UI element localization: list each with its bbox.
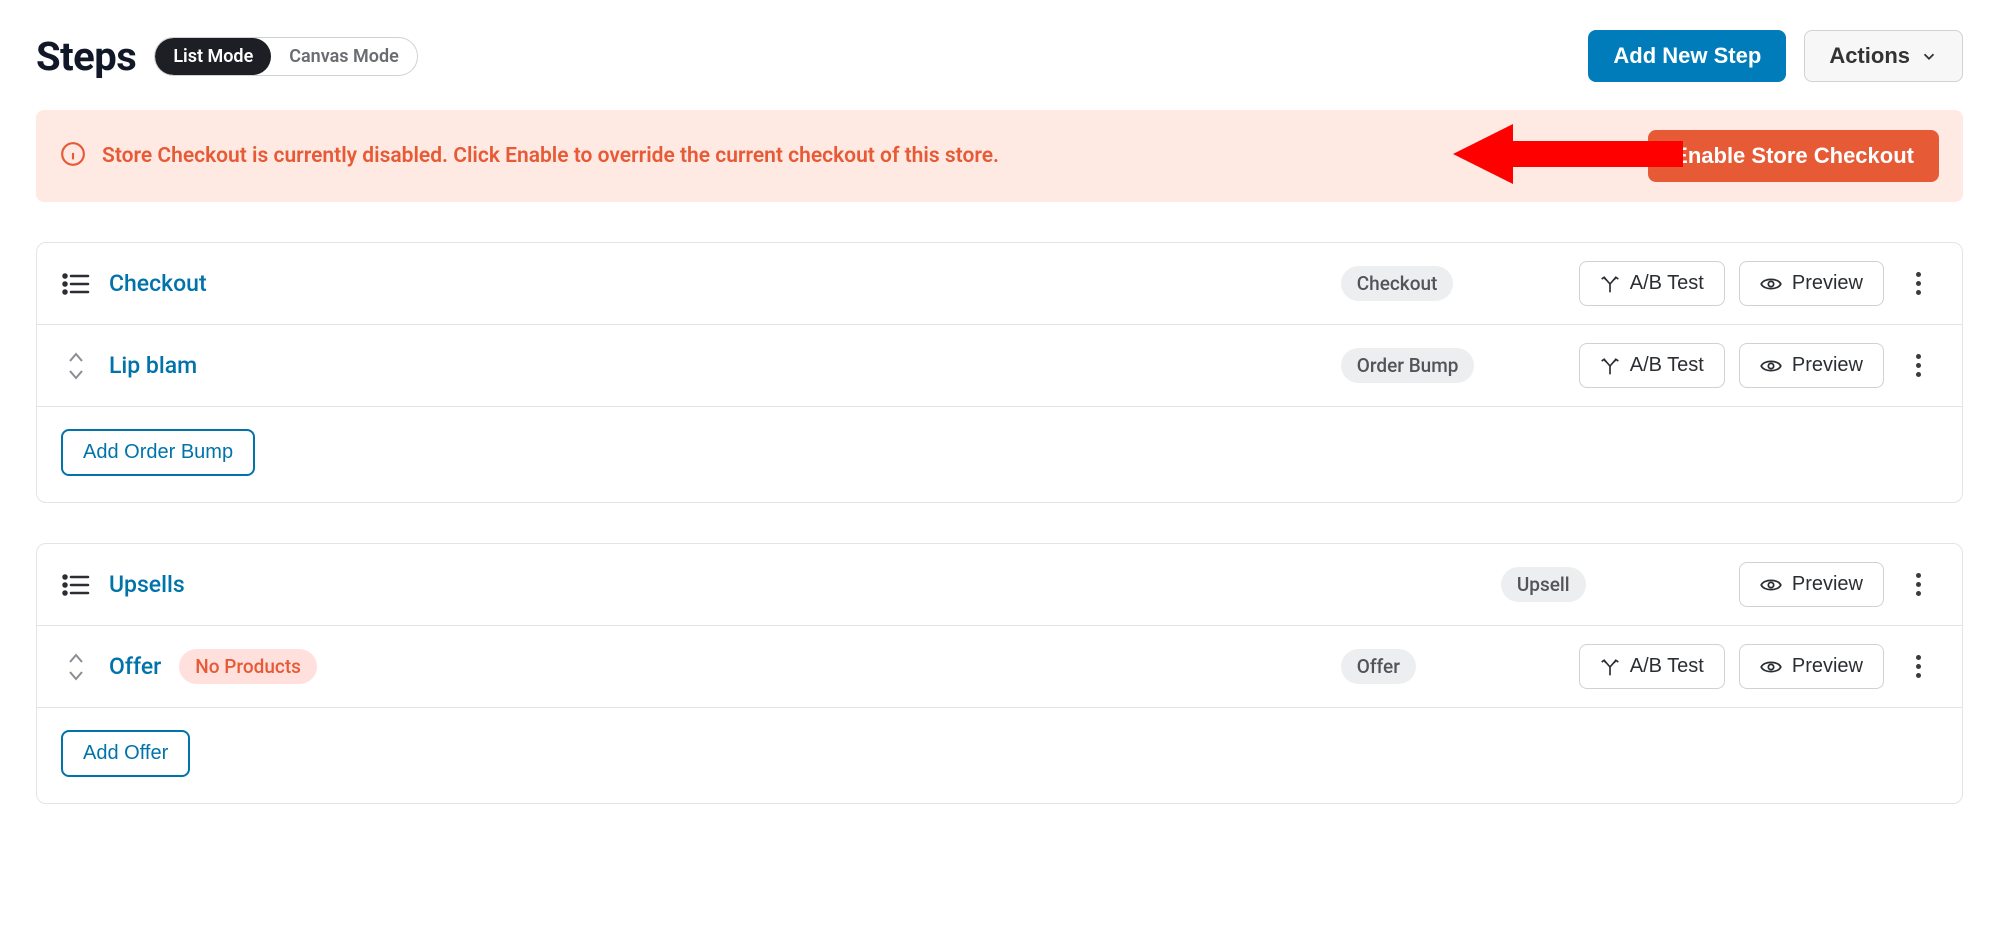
ab-test-button[interactable]: A/B Test <box>1579 343 1725 388</box>
checkout-group-card: Checkout Checkout A/B Test Preview Lip b… <box>36 242 1963 503</box>
add-order-bump-button[interactable]: Add Order Bump <box>61 429 255 476</box>
step-title-link[interactable]: Upsells <box>109 571 185 598</box>
step-type-badge: Order Bump <box>1341 348 1475 383</box>
add-offer-button[interactable]: Add Offer <box>61 730 190 777</box>
preview-button[interactable]: Preview <box>1739 261 1884 306</box>
more-menu-button[interactable] <box>1898 573 1938 596</box>
preview-button[interactable]: Preview <box>1739 644 1884 689</box>
substep-title-link[interactable]: Offer <box>109 653 161 680</box>
more-menu-button[interactable] <box>1898 354 1938 377</box>
arrow-annotation <box>1453 119 1683 193</box>
store-checkout-disabled-banner: Store Checkout is currently disabled. Cl… <box>36 110 1963 202</box>
eye-icon <box>1760 276 1782 292</box>
no-products-badge: No Products <box>179 649 317 684</box>
eye-icon <box>1760 659 1782 675</box>
reorder-handle[interactable] <box>61 652 91 682</box>
canvas-mode-tab[interactable]: Canvas Mode <box>271 38 417 75</box>
substep-row: Lip blam Order Bump A/B Test Preview <box>37 325 1962 407</box>
step-row: Upsells Upsell Preview <box>37 544 1962 626</box>
view-mode-toggle[interactable]: List Mode Canvas Mode <box>154 37 417 76</box>
upsells-group-card: Upsells Upsell Preview Offer No Products… <box>36 543 1963 804</box>
step-type-badge: Checkout <box>1341 266 1454 301</box>
card-footer: Add Order Bump <box>37 407 1962 502</box>
split-icon <box>1600 356 1620 376</box>
banner-message: Store Checkout is currently disabled. Cl… <box>102 144 1632 168</box>
chevron-down-icon <box>1920 47 1938 65</box>
list-icon <box>61 273 91 295</box>
actions-button[interactable]: Actions <box>1804 30 1963 82</box>
page-title: Steps <box>36 33 136 80</box>
add-new-step-button[interactable]: Add New Step <box>1588 30 1786 82</box>
substep-title-link[interactable]: Lip blam <box>109 352 197 379</box>
step-row: Checkout Checkout A/B Test Preview <box>37 243 1962 325</box>
split-icon <box>1600 657 1620 677</box>
step-type-badge: Upsell <box>1501 567 1586 602</box>
substep-row: Offer No Products Offer A/B Test Preview <box>37 626 1962 708</box>
list-icon <box>61 574 91 596</box>
card-footer: Add Offer <box>37 708 1962 803</box>
split-icon <box>1600 274 1620 294</box>
list-mode-tab[interactable]: List Mode <box>155 38 271 75</box>
reorder-handle[interactable] <box>61 351 91 381</box>
preview-button[interactable]: Preview <box>1739 343 1884 388</box>
ab-test-button[interactable]: A/B Test <box>1579 644 1725 689</box>
actions-label: Actions <box>1829 45 1910 67</box>
preview-button[interactable]: Preview <box>1739 562 1884 607</box>
eye-icon <box>1760 577 1782 593</box>
ab-test-button[interactable]: A/B Test <box>1579 261 1725 306</box>
step-title-link[interactable]: Checkout <box>109 270 207 297</box>
step-type-badge: Offer <box>1341 649 1416 684</box>
eye-icon <box>1760 358 1782 374</box>
info-icon <box>60 141 86 171</box>
top-bar: Steps List Mode Canvas Mode Add New Step… <box>36 30 1963 82</box>
more-menu-button[interactable] <box>1898 272 1938 295</box>
more-menu-button[interactable] <box>1898 655 1938 678</box>
enable-store-checkout-button[interactable]: Enable Store Checkout <box>1648 130 1939 182</box>
